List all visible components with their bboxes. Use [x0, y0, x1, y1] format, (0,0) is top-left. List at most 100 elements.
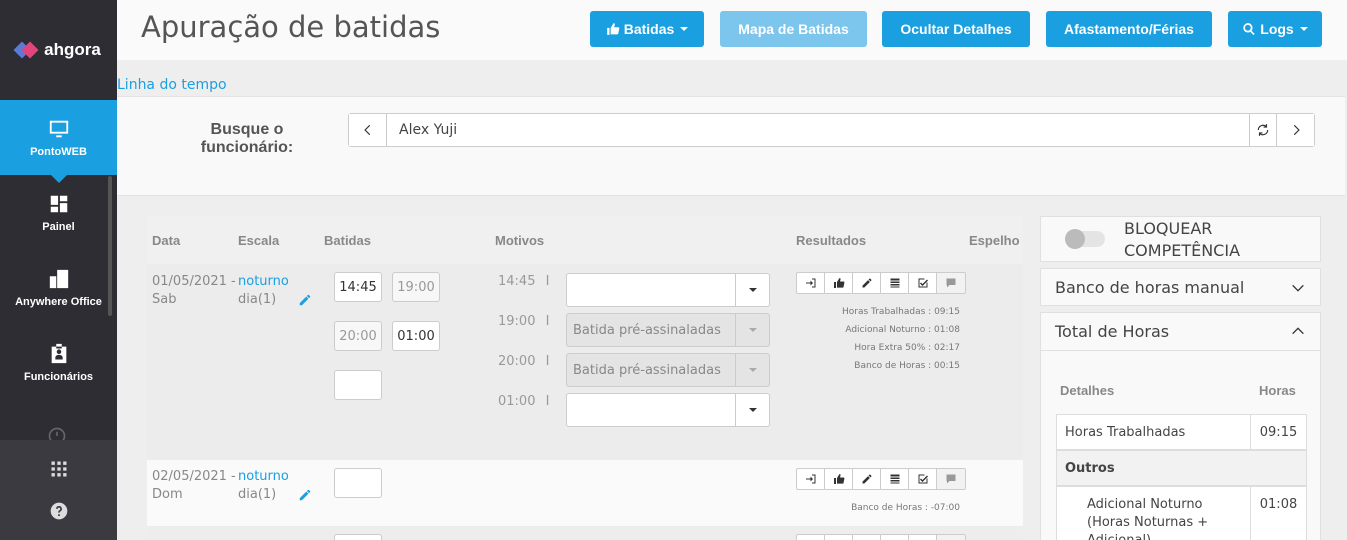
motive-separator: I — [545, 354, 550, 369]
chevron-down-icon — [1290, 280, 1306, 296]
comment-icon[interactable] — [937, 469, 965, 489]
comment-icon[interactable] — [937, 535, 965, 540]
row-weekday: Sab — [152, 292, 177, 307]
punch-input[interactable] — [334, 321, 382, 351]
motive-select-value — [567, 274, 735, 306]
total-horas-title: Total de Horas — [1055, 322, 1170, 341]
batidas-dropdown-button[interactable]: Batidas — [590, 11, 704, 47]
ocultar-detalhes-button[interactable]: Ocultar Detalhes — [882, 11, 1030, 47]
motive-select[interactable]: Batida pré-assinaladas — [566, 313, 770, 347]
employee-search-input[interactable] — [387, 114, 1249, 146]
row-scale-sub: dia(1) — [238, 292, 277, 307]
motive-select-value: Batida pré-assinaladas — [573, 323, 721, 338]
bloquear-competencia-toggle[interactable] — [1065, 229, 1105, 249]
result-toolbar — [796, 468, 966, 490]
totals-header-horas: Horas — [1259, 383, 1296, 398]
table-row — [147, 526, 1023, 540]
banco-horas-manual-panel[interactable]: Banco de horas manual — [1040, 268, 1321, 306]
approve-icon[interactable] — [909, 273, 937, 293]
row-weekday: Dom — [152, 487, 183, 502]
search-label: Busque o funcionário: — [200, 121, 294, 156]
totals-row-value: 01:08 — [1250, 487, 1306, 540]
motive-separator: I — [545, 394, 550, 409]
punch-input[interactable] — [334, 272, 382, 302]
caret-down-icon — [680, 27, 689, 31]
calendar-icon[interactable] — [881, 535, 909, 540]
mapa-button-label: Mapa de Batidas — [738, 21, 849, 37]
apps-grid-icon[interactable] — [49, 459, 69, 479]
sidebar-item-label: Funcionários — [23, 370, 94, 383]
thumbs-up-icon[interactable] — [825, 535, 853, 540]
pencil-icon[interactable] — [853, 535, 881, 540]
total-horas-panel: Total de Horas Detalhes Horas Horas Trab… — [1040, 312, 1321, 540]
row-date: 02/05/2021 - — [152, 469, 236, 484]
total-horas-header[interactable]: Total de Horas — [1041, 313, 1320, 351]
totals-row-label: Horas Trabalhadas — [1065, 425, 1186, 440]
thumbs-up-icon[interactable] — [825, 273, 853, 293]
motive-select[interactable]: Batida pré-assinaladas — [566, 353, 770, 387]
edit-scale-pencil-icon[interactable] — [298, 293, 312, 307]
calendar-icon[interactable] — [881, 469, 909, 489]
comment-icon[interactable] — [937, 273, 965, 293]
afastamento-ferias-button[interactable]: Afastamento/Férias — [1046, 11, 1212, 47]
sidebar-item-pontoweb[interactable]: PontoWEB — [0, 100, 117, 183]
totals-group-row: Outros — [1056, 450, 1307, 486]
row-scale-link[interactable]: noturno — [238, 468, 289, 486]
timeline-link[interactable]: Linha do tempo — [117, 77, 227, 93]
totals-row: Adicional Noturno (Horas Noturnas + Adic… — [1056, 486, 1307, 540]
motive-select-value — [567, 394, 735, 426]
sign-in-icon[interactable] — [797, 273, 825, 293]
totals-row: Horas Trabalhadas 09:15 — [1056, 414, 1307, 450]
sidebar-item-painel[interactable]: Painel — [0, 175, 117, 250]
motive-separator: I — [545, 274, 550, 289]
pencil-icon[interactable] — [853, 273, 881, 293]
new-punch-input[interactable] — [334, 534, 382, 540]
dashboard-icon — [50, 195, 67, 212]
clock-icon[interactable] — [47, 426, 67, 440]
banco-horas-manual-title: Banco de horas manual — [1055, 278, 1245, 297]
sidebar-item-label: Anywhere Office — [15, 295, 102, 308]
calendar-icon[interactable] — [881, 273, 909, 293]
bloquear-competencia-label: BLOQUEAR COMPETÊNCIA — [1124, 219, 1241, 260]
motive-time: 01:00 — [498, 394, 536, 409]
motive-select[interactable] — [566, 273, 770, 307]
totals-row-value: 09:15 — [1250, 415, 1306, 449]
approve-icon[interactable] — [909, 469, 937, 489]
punch-input[interactable] — [392, 321, 440, 351]
next-employee-button[interactable] — [1276, 114, 1314, 146]
chevron-up-icon — [1290, 323, 1306, 339]
refresh-icon — [1257, 124, 1269, 136]
motive-time: 14:45 — [498, 274, 536, 289]
sidebar-item-anywhere-office[interactable]: Anywhere Office — [0, 250, 117, 325]
thumbs-up-icon[interactable] — [825, 469, 853, 489]
new-punch-input[interactable] — [334, 468, 382, 498]
caret-down-icon — [1299, 27, 1308, 31]
brand-logo[interactable]: ahgora — [0, 0, 117, 100]
sign-in-icon[interactable] — [797, 535, 825, 540]
motive-select[interactable] — [566, 393, 770, 427]
mapa-de-batidas-button[interactable]: Mapa de Batidas — [720, 11, 867, 47]
header-escala: Escala — [238, 233, 280, 248]
logs-dropdown-button[interactable]: Logs — [1228, 11, 1322, 47]
new-punch-input[interactable] — [334, 370, 382, 400]
result-toolbar — [796, 272, 966, 294]
refresh-button[interactable] — [1249, 114, 1276, 146]
sidebar-item-funcionarios[interactable]: Funcionários — [0, 325, 117, 400]
sidebar: ahgora PontoWEB Painel Anywhere Office F… — [0, 0, 117, 540]
caret-down-icon — [735, 394, 769, 426]
edit-scale-pencil-icon[interactable] — [298, 488, 312, 502]
punch-input[interactable] — [392, 272, 440, 302]
help-icon[interactable] — [49, 501, 69, 521]
pencil-icon[interactable] — [853, 469, 881, 489]
result-line: Banco de Horas : 00:15 — [854, 361, 960, 371]
sidebar-scrollbar[interactable] — [108, 176, 112, 316]
table-row: 01/05/2021 - Sab noturno dia(1) 14:45 I … — [147, 264, 1023, 460]
motive-time: 20:00 — [498, 354, 536, 369]
row-scale-link[interactable]: noturno — [238, 273, 289, 291]
previous-employee-button[interactable] — [349, 114, 387, 146]
sign-in-icon[interactable] — [797, 469, 825, 489]
totals-row-label: Adicional Noturno (Horas Noturnas + Adic… — [1087, 497, 1209, 540]
header-motivos: Motivos — [495, 233, 545, 248]
page-title: Apuração de batidas — [141, 10, 441, 44]
approve-icon[interactable] — [909, 535, 937, 540]
